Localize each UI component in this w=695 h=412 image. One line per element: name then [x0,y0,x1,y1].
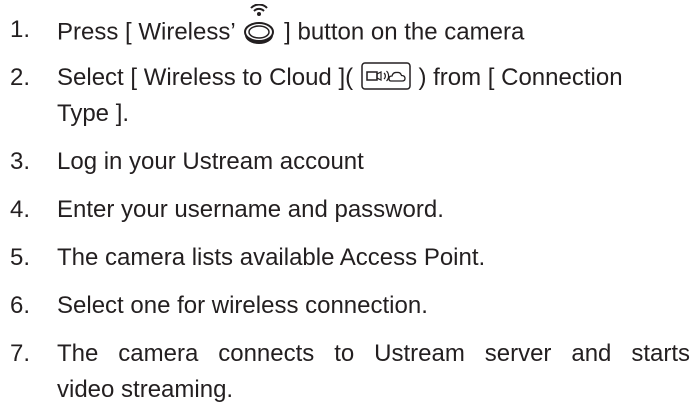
camera-to-cloud-icon [361,61,411,90]
step-text-line-1: The camera connects to Ustream server an… [57,340,690,367]
step-text: The camera lists available Access Point. [57,244,486,271]
step-number: 4. [10,196,31,223]
step-number: 7. [10,340,31,367]
step-number: 3. [10,148,31,175]
step-text-before-icon: Press [ Wireless’ [57,18,235,46]
step-text: Select [ Wireless to Cloud ]( ) from [ C… [57,60,690,96]
step-text-before-icon: Select [ Wireless to Cloud ]( [57,64,354,91]
step-text-line-2: Type ]. [57,100,130,127]
step-text: Enter your username and password. [57,196,444,223]
step-text-after-icon: ] button on the camera [284,18,525,46]
step-text: Log in your Ustream account [57,148,364,175]
step-number: 2. [10,64,31,91]
step-text: Press [ Wireless’ ] button on the camera [57,4,690,54]
step-text: Select one for wireless connection. [57,292,428,319]
step-number: 6. [10,292,31,319]
step-text-after-icon: ) from [ Connection [418,64,623,91]
step-text-line-2: video streaming. [57,376,234,403]
wireless-button-icon [244,4,275,44]
step-number: 5. [10,244,31,271]
step-number: 1. [10,16,31,43]
